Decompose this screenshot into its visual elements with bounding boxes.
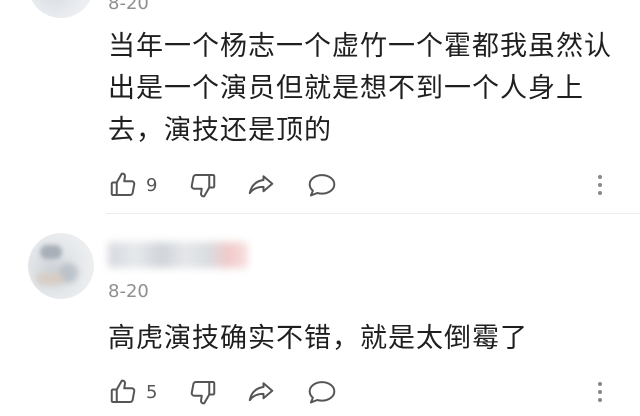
like-button[interactable]: 5 [108, 375, 157, 409]
more-vertical-icon [598, 175, 602, 195]
more-options-button[interactable] [590, 375, 610, 409]
share-button[interactable] [246, 375, 276, 409]
comment-bubble-icon [306, 170, 338, 200]
more-vertical-icon [598, 382, 602, 402]
thumbs-down-icon [188, 377, 218, 407]
share-icon [246, 377, 276, 407]
comment-text: 高虎演技确实不错，就是太倒霉了 [108, 323, 528, 354]
reply-button[interactable] [306, 168, 338, 202]
avatar[interactable] [28, 233, 94, 299]
comment-actions: 9 [108, 168, 628, 202]
comment-timestamp: 8-20 [108, 0, 149, 14]
share-icon [246, 170, 276, 200]
comment-actions: 5 [108, 375, 628, 409]
more-options-button[interactable] [590, 168, 610, 202]
dislike-button[interactable] [188, 168, 218, 202]
thumbs-up-icon [108, 170, 138, 200]
comment-item: 8-20 高虎演技确实不错，就是太倒霉了 5 [0, 214, 640, 416]
share-button[interactable] [246, 168, 276, 202]
comment-timestamp: 8-20 [108, 281, 149, 302]
like-count: 5 [146, 381, 158, 403]
comment-bubble-icon [306, 377, 338, 407]
comment-item: 8-20 当年一个杨志一个虚竹一个霍都我虽然认出是一个演员但就是想不到一个人身上… [0, 0, 640, 214]
thumbs-up-icon [108, 377, 138, 407]
dislike-button[interactable] [188, 375, 218, 409]
like-count: 9 [146, 174, 158, 196]
reply-button[interactable] [306, 375, 338, 409]
thumbs-down-icon [188, 170, 218, 200]
username-blurred[interactable] [108, 242, 248, 268]
like-button[interactable]: 9 [108, 168, 157, 202]
avatar[interactable] [28, 0, 94, 18]
comment-text: 当年一个杨志一个虚竹一个霍都我虽然认出是一个演员但就是想不到一个人身上去，演技还… [108, 31, 612, 146]
